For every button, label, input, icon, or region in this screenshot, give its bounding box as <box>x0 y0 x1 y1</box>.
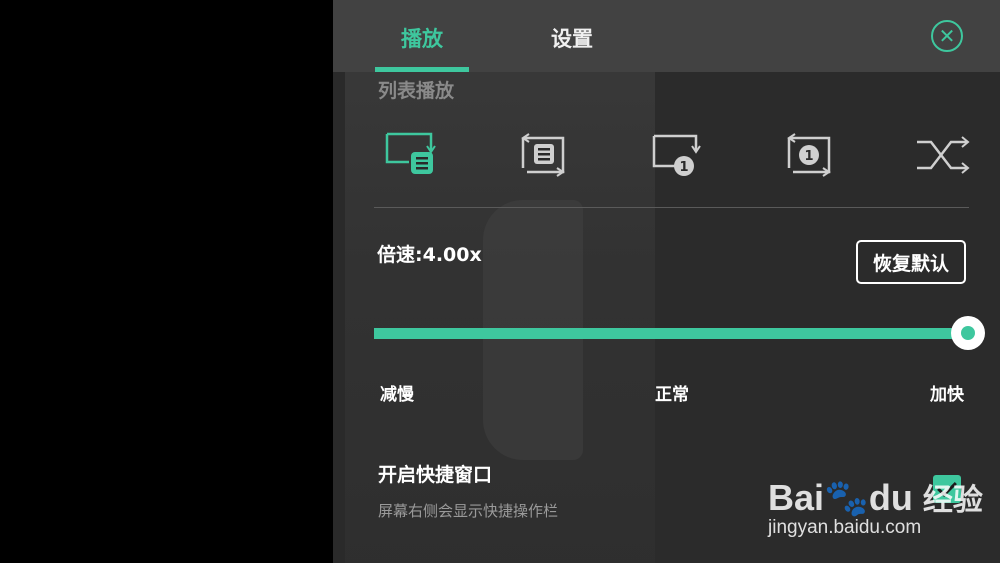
mode-single-repeat[interactable]: 1 <box>779 128 839 184</box>
speed-tick-slow: 减慢 <box>380 385 414 405</box>
close-button[interactable]: ✕ <box>931 20 963 52</box>
shortcut-window-title: 开启快捷窗口 <box>378 464 493 486</box>
single-repeat-icon: 1 <box>787 133 831 177</box>
close-icon: ✕ <box>938 24 956 48</box>
paw-icon: 🐾 <box>824 477 869 518</box>
list-repeat-icon <box>521 133 565 177</box>
speed-tick-normal: 正常 <box>655 385 689 405</box>
single-repeat-badge: 1 <box>804 149 813 164</box>
panel-header: 播放 设置 ✕ <box>333 0 1000 72</box>
speed-slider-thumb[interactable] <box>951 316 985 350</box>
tab-play[interactable]: 播放 <box>375 0 469 72</box>
section-divider <box>374 207 969 208</box>
shuffle-icon <box>917 136 970 174</box>
tab-settings[interactable]: 设置 <box>539 0 605 72</box>
mode-list-loop[interactable] <box>379 128 439 184</box>
baidu-jingyan-watermark: Bai🐾du 经验 jingyan.baidu.com <box>768 455 998 545</box>
watermark-brand: Bai🐾du 经验 <box>768 477 983 518</box>
single-play-badge: 1 <box>679 160 688 175</box>
mode-list-repeat[interactable] <box>513 128 573 184</box>
settings-panel: 播放 设置 ✕ 列表播放 1 1 倍速:4.00x 恢复默认 减慢 正常 加快 … <box>333 0 1000 563</box>
tab-play-label: 播放 <box>401 27 443 51</box>
active-tab-underline <box>375 67 469 72</box>
reset-default-button[interactable]: 恢复默认 <box>856 240 966 284</box>
watermark-url: jingyan.baidu.com <box>768 517 922 538</box>
list-loop-icon <box>385 132 436 174</box>
mode-single-play[interactable]: 1 <box>646 128 706 184</box>
speed-tick-fast: 加快 <box>930 385 964 405</box>
tab-settings-label: 设置 <box>551 27 593 51</box>
playlist-section-title: 列表播放 <box>378 80 455 102</box>
speed-label: 倍速:4.00x <box>377 244 482 266</box>
shortcut-window-subtitle: 屏幕右侧会显示快捷操作栏 <box>378 502 559 520</box>
mode-shuffle[interactable] <box>913 128 973 184</box>
speed-slider-track[interactable] <box>374 328 969 339</box>
single-play-icon: 1 <box>652 134 701 176</box>
video-area[interactable] <box>0 0 333 563</box>
watermark-jingyan: 经验 <box>922 484 983 517</box>
play-mode-group: 1 1 <box>373 128 973 184</box>
